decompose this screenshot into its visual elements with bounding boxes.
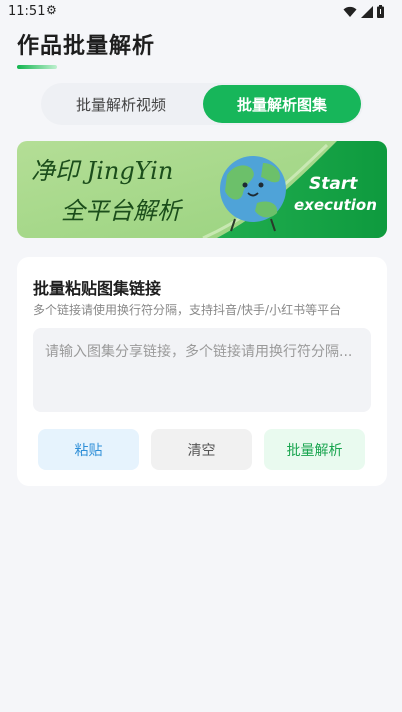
title-underline <box>17 65 57 69</box>
banner-cta-line2: execution <box>294 196 377 214</box>
banner-cta-line1: Start <box>309 174 358 194</box>
wifi-icon <box>343 6 357 17</box>
banner-artwork: 净印 JingYin 全平台解析 Start execution <box>17 141 387 238</box>
banner-line1: 净印 JingYin <box>31 157 173 185</box>
tab-batch-gallery[interactable]: 批量解析图集 <box>203 85 361 123</box>
gear-icon: ⚙ <box>46 3 57 17</box>
status-bar: 11:51 ⚙ <box>0 0 402 24</box>
status-icons <box>343 5 384 18</box>
status-time: 11:51 <box>8 4 46 19</box>
card-description: 多个链接请使用换行符分隔，支持抖音/快手/小红书等平台 <box>33 303 342 317</box>
tab-bar: 批量解析视频 批量解析图集 <box>41 83 363 125</box>
batch-link-card: 批量粘贴图集链接 多个链接请使用换行符分隔，支持抖音/快手/小红书等平台 粘贴 … <box>17 257 387 486</box>
page-title: 作品批量解析 <box>17 34 156 59</box>
card-title: 批量粘贴图集链接 <box>33 279 162 298</box>
tab-batch-video[interactable]: 批量解析视频 <box>41 85 201 123</box>
signal-icon <box>361 5 373 18</box>
batch-parse-button[interactable]: 批量解析 <box>264 429 365 470</box>
paste-button[interactable]: 粘贴 <box>38 429 139 470</box>
link-input[interactable] <box>33 328 371 412</box>
battery-icon <box>377 5 384 18</box>
promo-banner[interactable]: 净印 JingYin 全平台解析 Start execution <box>17 141 387 238</box>
clear-button[interactable]: 清空 <box>151 429 252 470</box>
banner-line2: 全平台解析 <box>61 197 184 225</box>
